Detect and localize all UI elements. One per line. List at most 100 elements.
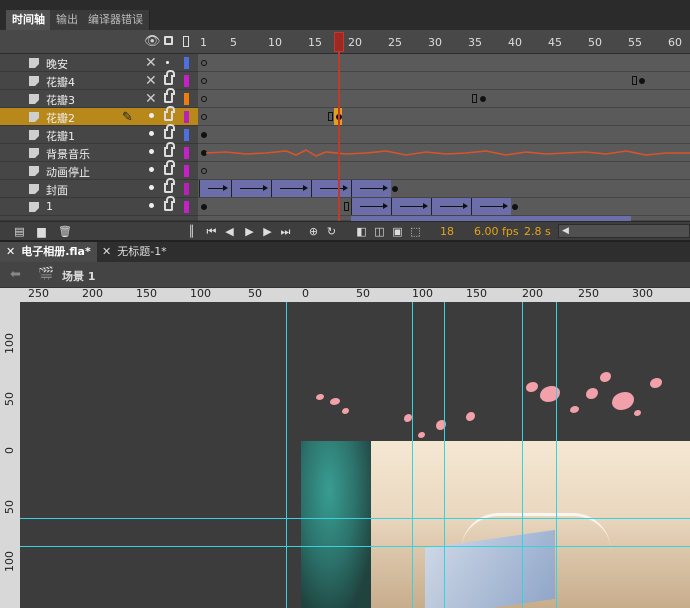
- layer-color-swatch[interactable]: [184, 57, 189, 69]
- keyframe-empty[interactable]: [201, 96, 207, 102]
- center-frame-icon[interactable]: ⊕: [308, 226, 319, 237]
- keyframe[interactable]: [512, 204, 518, 210]
- horizontal-ruler[interactable]: 250 200 150 100 50 0 50 100 150 200 250 …: [20, 288, 690, 302]
- divider-handle-icon[interactable]: ║: [186, 226, 197, 237]
- keyframe[interactable]: [201, 204, 207, 210]
- visibility-dot-icon[interactable]: [149, 113, 154, 118]
- modify-markers-icon[interactable]: ⬚: [410, 226, 421, 237]
- petal-sprite[interactable]: [586, 388, 598, 399]
- motion-tween[interactable]: [471, 198, 511, 215]
- trash-icon[interactable]: 🗑: [58, 226, 72, 237]
- play-icon[interactable]: ▶: [244, 226, 255, 237]
- petal-sprite[interactable]: [634, 410, 641, 416]
- loop-icon[interactable]: ↻: [326, 226, 337, 237]
- motion-tween[interactable]: [351, 198, 391, 215]
- onion-outline-icon[interactable]: ◫: [374, 226, 385, 237]
- step-forward-icon[interactable]: ▶: [262, 226, 273, 237]
- layer-color-swatch[interactable]: [184, 75, 189, 87]
- guide-line-vertical[interactable]: [522, 302, 523, 608]
- motion-tween[interactable]: [351, 180, 391, 197]
- eye-icon[interactable]: 👁: [144, 34, 161, 49]
- stage-canvas[interactable]: [20, 302, 690, 608]
- close-icon[interactable]: ✕: [102, 245, 111, 258]
- layer-color-swatch[interactable]: [184, 183, 189, 195]
- outline-icon[interactable]: [183, 36, 189, 47]
- keyframe-empty[interactable]: [201, 168, 207, 174]
- layer-frames-audio[interactable]: [198, 144, 690, 162]
- petal-sprite[interactable]: [612, 392, 634, 410]
- petal-sprite[interactable]: [540, 386, 560, 402]
- keyframe-empty[interactable]: [201, 78, 207, 84]
- layer-frames[interactable]: [198, 126, 690, 144]
- visibility-dot-icon[interactable]: [149, 167, 154, 172]
- layer-color-swatch[interactable]: [184, 129, 189, 141]
- onion-skin-icon[interactable]: ◧: [356, 226, 367, 237]
- lock-icon[interactable]: [164, 106, 175, 121]
- tab-output[interactable]: 输出: [50, 10, 85, 30]
- frame-end-marker[interactable]: [328, 112, 333, 121]
- keyframe[interactable]: [392, 186, 398, 192]
- motion-tween[interactable]: [271, 180, 311, 197]
- guide-line-vertical[interactable]: [444, 302, 445, 608]
- petal-sprite[interactable]: [650, 378, 662, 388]
- layer-color-swatch[interactable]: [184, 93, 189, 105]
- layer-color-swatch[interactable]: [184, 165, 189, 177]
- motion-tween[interactable]: [431, 198, 471, 215]
- petal-sprite[interactable]: [570, 406, 579, 413]
- frame-end-marker[interactable]: [344, 202, 349, 211]
- doc-tab-active[interactable]: ✕ 电子相册.fla*: [0, 242, 97, 262]
- scene-name[interactable]: 场景 1: [62, 268, 95, 284]
- new-layer-icon[interactable]: ▤: [14, 226, 25, 237]
- layer-row[interactable]: 1: [0, 196, 198, 216]
- petal-sprite[interactable]: [600, 372, 611, 382]
- layer-frames[interactable]: [198, 162, 690, 180]
- elapsed-time[interactable]: 2.8 s: [524, 225, 551, 238]
- album-background-image[interactable]: [301, 441, 690, 608]
- visibility-dot-icon[interactable]: [149, 203, 154, 208]
- petal-sprite[interactable]: [466, 412, 475, 421]
- hidden-x-icon[interactable]: ✕: [145, 91, 157, 107]
- frame-rate[interactable]: 6.00 fps: [474, 225, 519, 238]
- petal-sprite[interactable]: [342, 408, 349, 414]
- motion-tween[interactable]: [199, 180, 231, 197]
- frame-ruler[interactable]: 1 5 10 15 20 25 30 35 40 45 50 55 60: [198, 30, 690, 54]
- layer-color-swatch[interactable]: [184, 111, 189, 123]
- guide-line-horizontal[interactable]: [20, 546, 690, 547]
- go-last-frame-icon[interactable]: ⏭: [280, 226, 291, 237]
- petal-sprite[interactable]: [418, 432, 425, 438]
- layer-frames[interactable]: [198, 90, 690, 108]
- visibility-dot-icon[interactable]: [149, 131, 154, 136]
- frame-end-marker[interactable]: [472, 94, 477, 103]
- layer-frames[interactable]: [198, 72, 690, 90]
- guide-line-vertical[interactable]: [286, 302, 287, 608]
- lock-icon[interactable]: [164, 124, 175, 139]
- lock-dot-icon[interactable]: [166, 61, 169, 64]
- lock-all-icon[interactable]: [164, 36, 173, 45]
- keyframe[interactable]: [201, 132, 207, 138]
- petal-sprite[interactable]: [526, 382, 538, 392]
- layer-frames[interactable]: [198, 108, 690, 126]
- layer-frames[interactable]: [198, 180, 690, 198]
- guide-line-vertical[interactable]: [412, 302, 413, 608]
- layer-frames[interactable]: [198, 54, 690, 72]
- layer-color-swatch[interactable]: [184, 201, 189, 213]
- close-icon[interactable]: ✕: [6, 245, 15, 258]
- lock-icon[interactable]: [164, 178, 175, 193]
- lock-icon[interactable]: [164, 88, 175, 103]
- keyframe[interactable]: [639, 78, 645, 84]
- motion-tween[interactable]: [311, 180, 351, 197]
- scroll-left-icon[interactable]: ◀: [562, 226, 569, 236]
- keyframe-empty[interactable]: [201, 114, 207, 120]
- playhead-handle[interactable]: [334, 32, 344, 52]
- keyframe[interactable]: [480, 96, 486, 102]
- guide-line-vertical[interactable]: [556, 302, 557, 608]
- go-first-frame-icon[interactable]: ⏮: [206, 226, 217, 237]
- layer-color-swatch[interactable]: [184, 147, 189, 159]
- visibility-dot-icon[interactable]: [149, 185, 154, 190]
- petal-sprite[interactable]: [404, 414, 412, 422]
- petal-sprite[interactable]: [330, 398, 340, 405]
- tab-compiler-errors[interactable]: 编译器错误: [82, 10, 150, 30]
- edit-multiple-frames-icon[interactable]: ▣: [392, 226, 403, 237]
- new-folder-icon[interactable]: ▆: [36, 226, 47, 237]
- motion-tween[interactable]: [391, 198, 431, 215]
